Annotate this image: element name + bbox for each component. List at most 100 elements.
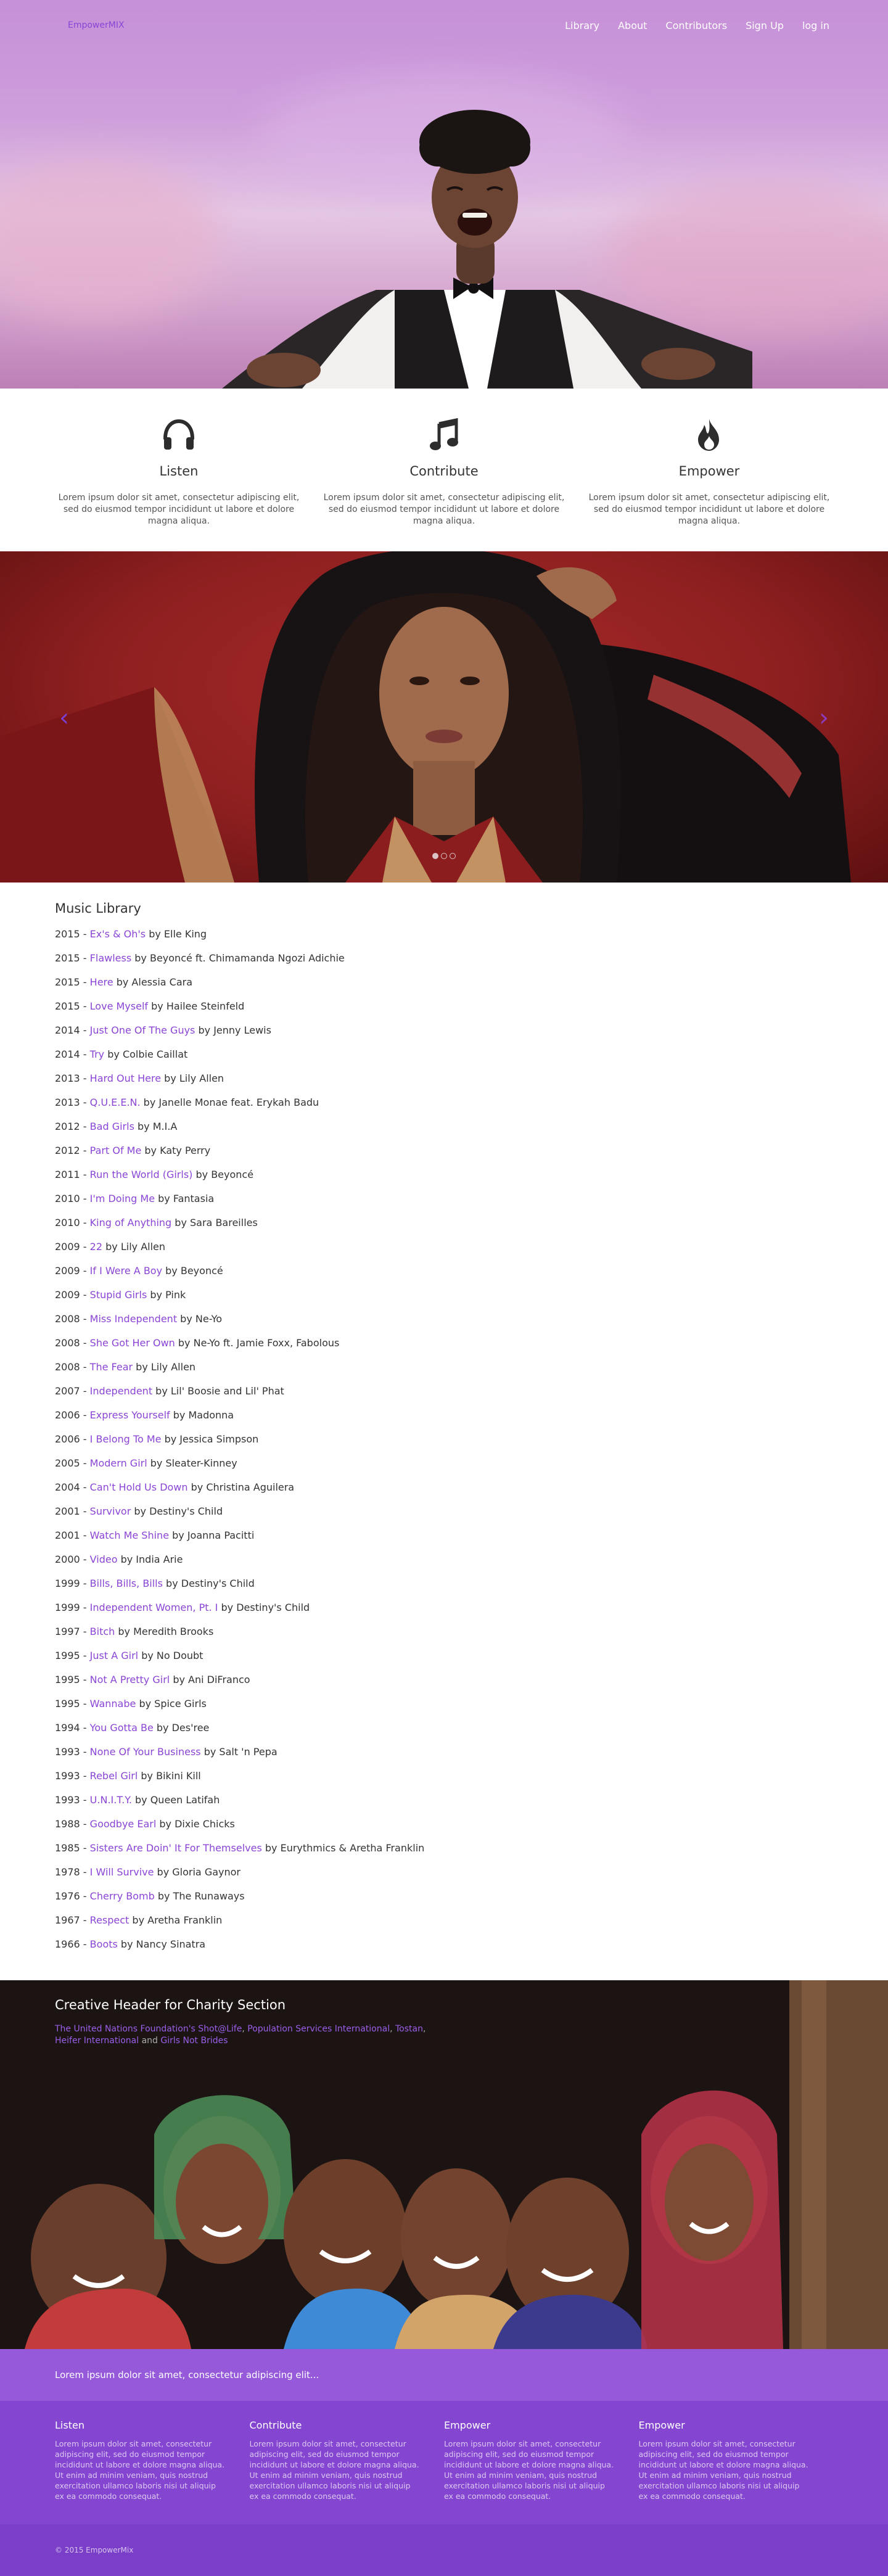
charity-org-link[interactable]: Tostan [395,2024,423,2034]
song-row: 2009 - Stupid Girls by Pink [55,1289,186,1301]
song-row: 2015 - Here by Alessia Cara [55,976,193,988]
song-artist: Lily Allen [179,1072,224,1084]
song-artist: Jenny Lewis [213,1024,271,1036]
song-title-link[interactable]: You Gotta Be [90,1722,154,1734]
song-title-link[interactable]: Q.U.E.E.N. [90,1097,141,1108]
song-artist: Meredith Brooks [133,1626,214,1637]
carousel-indicator-dot[interactable] [441,853,447,859]
song-title-link[interactable]: Independent Women, Pt. I [90,1602,218,1613]
song-title-link[interactable]: None Of Your Business [90,1746,201,1758]
song-title-link[interactable]: Love Myself [90,1000,148,1012]
charity-org-link[interactable]: The United Nations Foundation's Shot@Lif… [55,2024,242,2034]
song-row: 2001 - Survivor by Destiny's Child [55,1505,223,1517]
song-year: 1993 [55,1770,80,1782]
song-title-link[interactable]: King of Anything [90,1217,172,1228]
flame-icon [586,414,832,455]
song-title-link[interactable]: Stupid Girls [90,1289,147,1301]
song-title-link[interactable]: Survivor [90,1505,131,1517]
song-row: 2012 - Part Of Me by Katy Perry [55,1145,211,1156]
song-title-link[interactable]: Respect [90,1914,130,1926]
hero-banner: EmpowerMIX Library About Contributors Si… [0,0,888,389]
nav-about-link[interactable]: About [618,20,647,31]
song-year: 1997 [55,1626,80,1637]
charity-org-link[interactable]: Heifer International [55,2036,139,2046]
song-year: 2006 [55,1433,80,1445]
song-title-link[interactable]: If I Were A Boy [90,1265,162,1277]
footer-column-title: Empower [638,2419,685,2431]
song-artist: Lil' Boosie and Lil' Phat [170,1385,284,1397]
song-row: 1993 - Rebel Girl by Bikini Kill [55,1770,201,1782]
song-year: 2014 [55,1024,80,1036]
song-title-link[interactable]: I Belong To Me [90,1433,162,1445]
song-title-link[interactable]: She Got Her Own [90,1337,175,1349]
song-title-link[interactable]: Goodbye Earl [90,1818,157,1830]
song-artist: Colbie Caillat [122,1048,188,1060]
song-title-link[interactable]: Boots [90,1938,118,1950]
song-title-link[interactable]: Not A Pretty Girl [90,1674,170,1685]
song-title-link[interactable]: Cherry Bomb [90,1890,155,1902]
song-title-link[interactable]: Bitch [90,1626,115,1637]
song-title-link[interactable]: Hard Out Here [90,1072,161,1084]
song-title-link[interactable]: Try [90,1048,104,1060]
song-row: 1985 - Sisters Are Doin' It For Themselv… [55,1842,425,1854]
song-year: 2010 [55,1217,80,1228]
song-title-link[interactable]: Express Yourself [90,1409,170,1421]
song-title-link[interactable]: Part Of Me [90,1145,142,1156]
song-title-link[interactable]: Sisters Are Doin' It For Themselves [90,1842,262,1854]
song-row: 2009 - 22 by Lily Allen [55,1241,166,1253]
song-year: 2015 [55,952,80,964]
song-title-link[interactable]: 22 [90,1241,102,1253]
song-title-link[interactable]: U.N.I.T.Y. [90,1794,132,1806]
song-title-link[interactable]: Run the World (Girls) [90,1169,193,1180]
song-title-link[interactable]: Just A Girl [90,1650,138,1661]
song-artist: Joanna Pacitti [187,1529,255,1541]
charity-org-link[interactable]: Population Services International [247,2024,390,2034]
song-title-link[interactable]: Can't Hold Us Down [90,1481,188,1493]
song-title-link[interactable]: Miss Independent [90,1313,177,1325]
song-row: 2014 - Try by Colbie Caillat [55,1048,188,1060]
song-year: 1993 [55,1746,80,1758]
song-artist: Gloria Gaynor [172,1866,240,1878]
song-year: 2008 [55,1337,80,1349]
song-title-link[interactable]: Just One Of The Guys [90,1024,195,1036]
song-title-link[interactable]: Bad Girls [90,1121,134,1132]
song-artist: Beyoncé [211,1169,254,1180]
song-artist: Janelle Monae feat. Erykah Badu [158,1097,319,1108]
carousel-prev-button[interactable]: ‹ [59,706,69,730]
carousel-indicator-dot[interactable] [450,853,456,859]
charity-org-link[interactable]: Girls Not Brides [160,2036,228,2046]
song-year: 2015 [55,928,80,940]
song-title-link[interactable]: Bills, Bills, Bills [90,1578,163,1589]
song-year: 2009 [55,1289,80,1301]
song-row: 2004 - Can't Hold Us Down by Christina A… [55,1481,295,1493]
top-navbar: EmpowerMIX Library About Contributors Si… [0,0,888,51]
song-title-link[interactable]: Independent [90,1385,152,1397]
nav-library-link[interactable]: Library [565,20,599,31]
song-title-link[interactable]: Watch Me Shine [90,1529,169,1541]
song-title-link[interactable]: Here [90,976,113,988]
song-year: 2007 [55,1385,80,1397]
song-artist: Jessica Simpson [179,1433,259,1445]
nav-signup-link[interactable]: Sign Up [746,20,784,31]
song-row: 2015 - Ex's & Oh's by Elle King [55,928,207,940]
nav-login-link[interactable]: log in [802,20,829,31]
song-artist: Queen Latifah [150,1794,220,1806]
song-title-link[interactable]: Rebel Girl [90,1770,138,1782]
song-title-link[interactable]: The Fear [90,1361,133,1373]
library-title: Music Library [55,901,141,916]
song-year: 2001 [55,1529,80,1541]
song-year: 2015 [55,976,80,988]
song-title-link[interactable]: Wannabe [90,1698,136,1710]
nav-contributors-link[interactable]: Contributors [665,20,727,31]
song-title-link[interactable]: Ex's & Oh's [90,928,146,940]
song-artist: Lily Allen [150,1361,196,1373]
song-title-link[interactable]: Video [90,1553,118,1565]
brand-logo[interactable]: EmpowerMIX [68,20,125,30]
footer-column-text: Lorem ipsum dolor sit amet, consectetur … [55,2439,225,2501]
song-title-link[interactable]: Flawless [90,952,132,964]
song-title-link[interactable]: Modern Girl [90,1457,147,1469]
carousel-next-button[interactable]: › [819,706,829,730]
song-title-link[interactable]: I Will Survive [90,1866,154,1878]
carousel-indicator-dot[interactable] [432,853,438,859]
song-title-link[interactable]: I'm Doing Me [90,1193,155,1204]
